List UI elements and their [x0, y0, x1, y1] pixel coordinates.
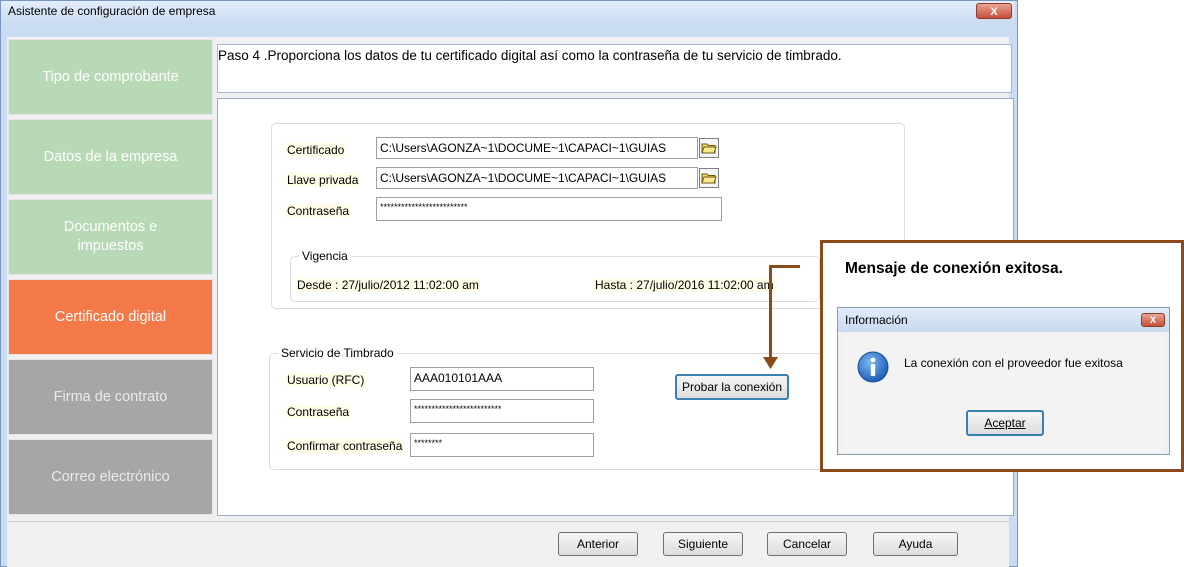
ayuda-button[interactable]: Ayuda [873, 532, 958, 556]
confirmar-contrasena-label: Confirmar contraseña [286, 439, 404, 453]
usuario-rfc-field[interactable]: AAA010101AAA [410, 367, 594, 391]
step-certificado-digital[interactable]: Certificado digital [8, 279, 213, 355]
info-dialog-title: Información [845, 313, 908, 327]
probar-conexion-button[interactable]: Probar la conexión [675, 374, 789, 400]
step-documentos-e-impuestos[interactable]: Documentos e impuestos [8, 199, 213, 275]
folder-icon [701, 143, 717, 154]
usuario-rfc-label: Usuario (RFC) [286, 373, 366, 387]
info-dialog-message: La conexión con el proveedor fue exitosa [904, 356, 1123, 370]
vigencia-desde: Desde : 27/julio/2012 11:02:00 am [296, 278, 480, 292]
callout-arrow-line [769, 265, 800, 268]
step-firma-de-contrato[interactable]: Firma de contrato [8, 359, 213, 435]
arrow-head-icon [763, 357, 778, 369]
vigencia-legend: Vigencia [299, 249, 351, 263]
browse-certificado-button[interactable] [699, 138, 719, 158]
step-description: Paso 4 .Proporciona los datos de tu cert… [217, 44, 1012, 93]
callout-arrow-line [769, 265, 772, 361]
certificado-contrasena-label: Contraseña [286, 204, 351, 218]
certificado-contrasena-field[interactable]: ************************* [376, 197, 722, 221]
step-tipo-de-comprobante[interactable]: Tipo de comprobante [8, 39, 213, 115]
step-correo-electronico[interactable]: Correo electrónico [8, 439, 213, 515]
step-description-text: Paso 4 .Proporciona los datos de tu cert… [218, 48, 842, 63]
browse-llave-button[interactable] [699, 168, 719, 188]
info-icon [857, 351, 889, 383]
anterior-button[interactable]: Anterior [558, 532, 638, 556]
callout-title: Mensaje de conexión exitosa. [845, 260, 1063, 277]
footer-divider [8, 521, 1009, 522]
timbrado-legend: Servicio de Timbrado [278, 346, 397, 360]
folder-icon [701, 173, 717, 184]
timbrado-contrasena-label: Contraseña [286, 405, 351, 419]
window-title: Asistente de configuración de empresa [8, 4, 216, 18]
llave-privada-field[interactable]: C:\Users\AGONZA~1\DOCUME~1\CAPACI~1\GUIA… [376, 167, 698, 189]
certificado-field[interactable]: C:\Users\AGONZA~1\DOCUME~1\CAPACI~1\GUIA… [376, 137, 698, 159]
close-button[interactable]: X [976, 3, 1012, 19]
cancelar-button[interactable]: Cancelar [767, 532, 847, 556]
aceptar-button[interactable]: Aceptar [966, 410, 1044, 436]
info-dialog-close-button[interactable]: X [1141, 313, 1165, 327]
aceptar-label: Aceptar [984, 416, 1026, 430]
confirmar-contrasena-field[interactable]: ******** [410, 433, 594, 457]
llave-privada-label: Llave privada [286, 173, 360, 187]
step-datos-de-la-empresa[interactable]: Datos de la empresa [8, 119, 213, 195]
timbrado-contrasena-field[interactable]: ************************* [410, 399, 594, 423]
vigencia-hasta: Hasta : 27/julio/2016 11:02:00 am [594, 278, 775, 292]
certificado-label: Certificado [286, 143, 346, 157]
siguiente-button[interactable]: Siguiente [663, 532, 743, 556]
probar-conexion-label: Probar la conexión [681, 380, 783, 394]
